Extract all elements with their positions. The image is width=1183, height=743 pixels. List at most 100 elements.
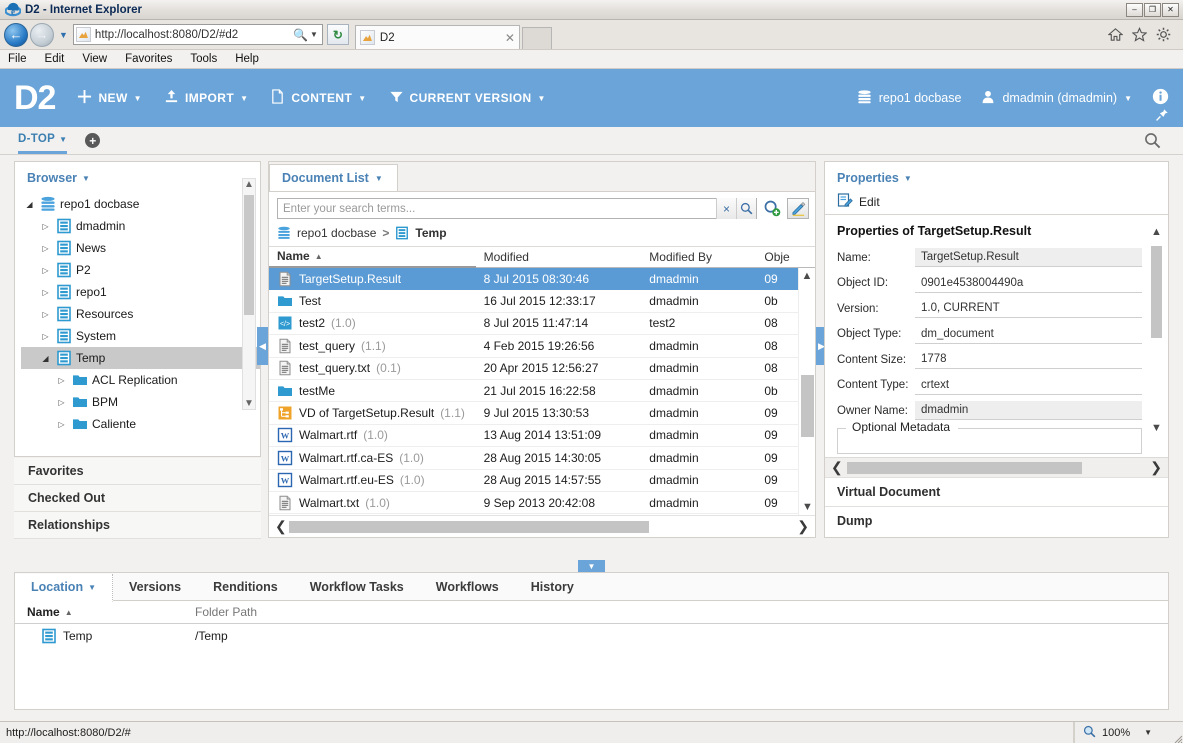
tree-item-resources[interactable]: ▷Resources <box>21 303 260 325</box>
tree-item-repo1[interactable]: ▷repo1 <box>21 281 260 303</box>
twisty-collapsed-icon[interactable]: ▷ <box>39 288 52 297</box>
menu-edit[interactable]: Edit <box>45 53 65 65</box>
tree-item-p2[interactable]: ▷P2 <box>21 259 260 281</box>
menu-current-version[interactable]: CURRENT VERSION ▼ <box>389 89 546 107</box>
twisty-collapsed-icon[interactable]: ▷ <box>39 244 52 253</box>
tab-location[interactable]: Location▼ <box>15 574 113 602</box>
tree-item-caliente[interactable]: ▷Caliente <box>21 413 260 435</box>
refresh-button[interactable]: ↻ <box>327 24 349 45</box>
scroll-down-icon[interactable]: ▼ <box>1149 420 1164 436</box>
scroll-up-icon[interactable]: ▲ <box>1149 224 1164 240</box>
location-row[interactable]: Temp/Temp <box>15 624 1168 648</box>
twisty-collapsed-icon[interactable]: ▷ <box>39 310 52 319</box>
global-search-icon[interactable] <box>1144 132 1161 152</box>
twisty-collapsed-icon[interactable]: ▷ <box>55 420 68 429</box>
add-workspace-button[interactable]: + <box>85 133 100 148</box>
run-search-button[interactable] <box>736 198 756 219</box>
chevron-down-icon[interactable]: ▼ <box>1144 728 1152 737</box>
tab-workflows[interactable]: Workflows <box>420 573 515 601</box>
accordion-virtual-document[interactable]: Virtual Document <box>825 477 1168 506</box>
clear-search-button[interactable]: × <box>716 198 736 219</box>
document-row[interactable]: TargetSetup.Result8 Jul 2015 08:30:46dma… <box>269 268 815 290</box>
column-header-modified[interactable]: Modified <box>476 250 642 264</box>
scroll-up-icon[interactable]: ▲ <box>799 268 815 284</box>
scrollbar-thumb[interactable] <box>801 375 814 437</box>
maximize-button[interactable]: ❐ <box>1144 3 1161 17</box>
hscrollbar-thumb[interactable] <box>289 521 649 533</box>
address-dropdown-icon[interactable]: ▼ <box>310 30 318 39</box>
search-input[interactable] <box>278 199 716 218</box>
tree-item-system[interactable]: ▷System <box>21 325 260 347</box>
tree-item-dmadmin[interactable]: ▷dmadmin <box>21 215 260 237</box>
column-header-object[interactable]: Obje <box>756 250 815 264</box>
bottom-panel-collapse-button[interactable]: ▼ <box>578 560 605 572</box>
twisty-collapsed-icon[interactable]: ▷ <box>39 332 52 341</box>
scroll-left-icon[interactable]: ❮ <box>831 459 843 476</box>
property-value-field[interactable]: 1.0, CURRENT <box>915 299 1142 318</box>
history-dropdown-icon[interactable]: ▼ <box>59 30 68 40</box>
address-bar[interactable]: http://localhost:8080/D2/#d2 🔍 ▼ <box>73 24 323 45</box>
menu-help[interactable]: Help <box>235 53 259 65</box>
tree-scrollbar[interactable]: ▲ ▼ <box>242 178 256 410</box>
document-row[interactable]: WWalmart.rtf.ca-ES(1.0)28 Aug 2015 14:30… <box>269 447 815 469</box>
document-row[interactable]: WWalmart.rtf(1.0)13 Aug 2014 13:51:09dma… <box>269 425 815 447</box>
zoom-control[interactable]: 100% ▼ <box>1074 722 1169 743</box>
accordion-checked-out[interactable]: Checked Out <box>14 485 261 512</box>
pencil-icon[interactable] <box>787 198 809 219</box>
property-value-field[interactable]: dm_document <box>915 325 1142 344</box>
breadcrumb-item-docbase[interactable]: repo1 docbase <box>297 226 376 240</box>
twisty-collapsed-icon[interactable]: ▷ <box>39 266 52 275</box>
column-header-folder-path[interactable]: Folder Path <box>195 605 257 619</box>
column-header-name[interactable]: Name ▲ <box>269 246 476 268</box>
collapse-browser-panel-button[interactable]: ◀ <box>257 327 268 365</box>
tab-close-icon[interactable]: ✕ <box>505 31 515 45</box>
settings-gear-icon[interactable] <box>1156 27 1171 42</box>
accordion-dump[interactable]: Dump <box>825 506 1168 535</box>
column-header-modified-by[interactable]: Modified By <box>641 250 756 264</box>
scrollbar-thumb[interactable] <box>1151 246 1162 338</box>
new-tab-button[interactable] <box>522 27 552 49</box>
document-row[interactable]: testMe21 Jul 2015 16:22:58dmadmin0b <box>269 380 815 402</box>
pin-icon[interactable] <box>1155 108 1169 125</box>
edit-button-label[interactable]: Edit <box>859 195 880 209</box>
menu-favorites[interactable]: Favorites <box>125 53 172 65</box>
add-search-icon[interactable] <box>761 198 783 219</box>
scrollbar-thumb[interactable] <box>244 195 254 315</box>
tree-item-bpm[interactable]: ▷BPM <box>21 391 260 413</box>
address-search-icon[interactable]: 🔍 <box>293 28 308 42</box>
column-header-name[interactable]: Name ▲ <box>15 605 195 619</box>
properties-horizontal-scrollbar[interactable]: ❮ ❯ <box>825 457 1168 477</box>
document-row[interactable]: Walmart.txt(1.0)9 Sep 2013 20:42:08dmadm… <box>269 492 815 514</box>
scroll-left-icon[interactable]: ❮ <box>275 518 287 535</box>
twisty-expanded-icon[interactable]: ◢ <box>39 354 52 363</box>
scroll-right-icon[interactable]: ❯ <box>1150 459 1162 476</box>
tab-renditions[interactable]: Renditions <box>197 573 294 601</box>
menu-view[interactable]: View <box>82 53 107 65</box>
d2-logo[interactable]: D2 <box>14 81 55 115</box>
document-list-horizontal-scrollbar[interactable]: ❮ ❯ <box>269 515 815 537</box>
scroll-right-icon[interactable]: ❯ <box>797 518 809 535</box>
hscrollbar-thumb[interactable] <box>847 462 1082 474</box>
repository-selector[interactable]: repo1 docbase <box>857 90 962 107</box>
menu-new[interactable]: NEW ▼ <box>77 89 142 107</box>
browser-panel-header[interactable]: Browser ▼ <box>15 162 260 191</box>
twisty-expanded-icon[interactable]: ◢ <box>23 200 36 209</box>
favorites-star-icon[interactable] <box>1132 27 1147 42</box>
document-row[interactable]: test_query(1.1)4 Feb 2015 19:26:56dmadmi… <box>269 335 815 357</box>
menu-import[interactable]: IMPORT ▼ <box>164 89 248 107</box>
document-list-vertical-scrollbar[interactable]: ▲▼ <box>798 268 815 515</box>
tree-item-acl-replication[interactable]: ▷ACL Replication <box>21 369 260 391</box>
property-value-field[interactable]: 1778 <box>915 350 1142 369</box>
minimize-button[interactable]: – <box>1126 3 1143 17</box>
document-row[interactable]: test_query.txt(0.1)20 Apr 2015 12:56:27d… <box>269 358 815 380</box>
menu-file[interactable]: File <box>8 53 27 65</box>
scroll-down-icon[interactable]: ▼ <box>799 499 815 515</box>
tree-item-export-test[interactable]: ▷export-test <box>21 435 260 441</box>
search-box[interactable]: × <box>277 198 757 219</box>
menu-content[interactable]: CONTENT ▼ <box>270 89 366 107</box>
close-button[interactable]: ✕ <box>1162 3 1179 17</box>
browser-tab[interactable]: D2 ✕ <box>355 25 520 49</box>
properties-panel-header[interactable]: Properties ▼ <box>825 162 1168 189</box>
scroll-down-icon[interactable]: ▼ <box>243 398 255 409</box>
breadcrumb-item-folder[interactable]: Temp <box>415 226 446 240</box>
